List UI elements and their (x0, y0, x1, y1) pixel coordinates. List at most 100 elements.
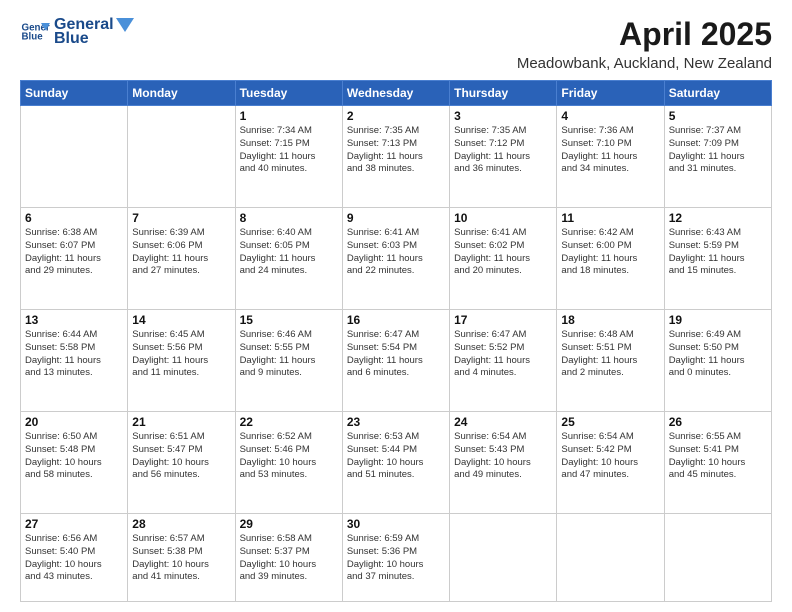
calendar-cell: 1 Sunrise: 7:34 AMSunset: 7:15 PMDaylight… (235, 106, 342, 208)
day-number: 20 (25, 415, 123, 429)
calendar-cell: 16Sunrise: 6:47 AMSunset: 5:54 PMDayligh… (342, 309, 449, 411)
day-info: Sunrise: 7:35 AMSunset: 7:12 PMDaylight:… (454, 125, 552, 176)
day-number: 26 (669, 415, 767, 429)
day-info: Sunrise: 7:36 AMSunset: 7:10 PMDaylight:… (561, 125, 659, 176)
calendar-week-row: 27Sunrise: 6:56 AMSunset: 5:40 PMDayligh… (21, 513, 772, 601)
day-info: Sunrise: 6:53 AMSunset: 5:44 PMDaylight:… (347, 431, 445, 482)
calendar-cell: 25Sunrise: 6:54 AMSunset: 5:42 PMDayligh… (557, 411, 664, 513)
day-info: Sunrise: 6:50 AMSunset: 5:48 PMDaylight:… (25, 431, 123, 482)
day-info: Sunrise: 6:44 AMSunset: 5:58 PMDaylight:… (25, 329, 123, 380)
day-number: 23 (347, 415, 445, 429)
day-info: Sunrise: 6:40 AMSunset: 6:05 PMDaylight:… (240, 227, 338, 278)
logo: General Blue General Blue (20, 16, 134, 48)
day-number: 10 (454, 211, 552, 225)
weekday-header-tuesday: Tuesday (235, 81, 342, 106)
day-number: 1 (240, 109, 338, 123)
calendar-cell: 2 Sunrise: 7:35 AMSunset: 7:13 PMDaylight… (342, 106, 449, 208)
calendar-cell: 11 Sunrise: 6:42 AMSunset: 6:00 PMDayligh… (557, 207, 664, 309)
calendar-week-row: 20 Sunrise: 6:50 AMSunset: 5:48 PMDayligh… (21, 411, 772, 513)
calendar-table: SundayMondayTuesdayWednesdayThursdayFrid… (20, 80, 772, 602)
logo-arrow-icon (116, 18, 134, 32)
day-number: 18 (561, 313, 659, 327)
calendar-week-row: 13 Sunrise: 6:44 AMSunset: 5:58 PMDayligh… (21, 309, 772, 411)
calendar-cell: 30Sunrise: 6:59 AMSunset: 5:36 PMDayligh… (342, 513, 449, 601)
calendar-cell: 22Sunrise: 6:52 AMSunset: 5:46 PMDayligh… (235, 411, 342, 513)
day-info: Sunrise: 6:55 AMSunset: 5:41 PMDaylight:… (669, 431, 767, 482)
day-info: Sunrise: 6:38 AMSunset: 6:07 PMDaylight:… (25, 227, 123, 278)
calendar-cell: 18 Sunrise: 6:48 AMSunset: 5:51 PMDayligh… (557, 309, 664, 411)
calendar-cell (664, 513, 771, 601)
title-block: April 2025 Meadowbank, Auckland, New Zea… (517, 16, 772, 72)
calendar-cell: 28 Sunrise: 6:57 AMSunset: 5:38 PMDayligh… (128, 513, 235, 601)
day-info: Sunrise: 6:48 AMSunset: 5:51 PMDaylight:… (561, 329, 659, 380)
day-number: 2 (347, 109, 445, 123)
day-info: Sunrise: 6:57 AMSunset: 5:38 PMDaylight:… (132, 533, 230, 584)
subtitle: Meadowbank, Auckland, New Zealand (517, 55, 772, 72)
page: General Blue General Blue April 2025 Mea… (0, 0, 792, 612)
day-number: 30 (347, 517, 445, 531)
calendar-cell: 24Sunrise: 6:54 AMSunset: 5:43 PMDayligh… (450, 411, 557, 513)
day-number: 6 (25, 211, 123, 225)
calendar-cell: 23 Sunrise: 6:53 AMSunset: 5:44 PMDayligh… (342, 411, 449, 513)
calendar-cell (21, 106, 128, 208)
day-number: 4 (561, 109, 659, 123)
calendar-cell: 3 Sunrise: 7:35 AMSunset: 7:12 PMDaylight… (450, 106, 557, 208)
day-info: Sunrise: 6:49 AMSunset: 5:50 PMDaylight:… (669, 329, 767, 380)
day-info: Sunrise: 6:43 AMSunset: 5:59 PMDaylight:… (669, 227, 767, 278)
calendar-cell: 12 Sunrise: 6:43 AMSunset: 5:59 PMDayligh… (664, 207, 771, 309)
day-info: Sunrise: 6:45 AMSunset: 5:56 PMDaylight:… (132, 329, 230, 380)
calendar-cell: 26 Sunrise: 6:55 AMSunset: 5:41 PMDayligh… (664, 411, 771, 513)
calendar-cell: 19 Sunrise: 6:49 AMSunset: 5:50 PMDayligh… (664, 309, 771, 411)
day-number: 13 (25, 313, 123, 327)
day-info: Sunrise: 7:34 AMSunset: 7:15 PMDaylight:… (240, 125, 338, 176)
day-info: Sunrise: 6:47 AMSunset: 5:54 PMDaylight:… (347, 329, 445, 380)
day-number: 17 (454, 313, 552, 327)
svg-text:Blue: Blue (22, 32, 44, 43)
day-number: 9 (347, 211, 445, 225)
calendar-cell: 6 Sunrise: 6:38 AMSunset: 6:07 PMDaylight… (21, 207, 128, 309)
weekday-header-wednesday: Wednesday (342, 81, 449, 106)
day-info: Sunrise: 6:46 AMSunset: 5:55 PMDaylight:… (240, 329, 338, 380)
day-info: Sunrise: 6:58 AMSunset: 5:37 PMDaylight:… (240, 533, 338, 584)
weekday-header-thursday: Thursday (450, 81, 557, 106)
day-info: Sunrise: 6:56 AMSunset: 5:40 PMDaylight:… (25, 533, 123, 584)
day-number: 15 (240, 313, 338, 327)
calendar-cell: 13 Sunrise: 6:44 AMSunset: 5:58 PMDayligh… (21, 309, 128, 411)
main-title: April 2025 (517, 16, 772, 53)
day-info: Sunrise: 6:41 AMSunset: 6:02 PMDaylight:… (454, 227, 552, 278)
calendar-cell (450, 513, 557, 601)
calendar-cell: 15 Sunrise: 6:46 AMSunset: 5:55 PMDayligh… (235, 309, 342, 411)
day-number: 28 (132, 517, 230, 531)
weekday-header-sunday: Sunday (21, 81, 128, 106)
day-info: Sunrise: 6:54 AMSunset: 5:43 PMDaylight:… (454, 431, 552, 482)
day-number: 14 (132, 313, 230, 327)
calendar-cell: 7 Sunrise: 6:39 AMSunset: 6:06 PMDaylight… (128, 207, 235, 309)
calendar-cell: 20 Sunrise: 6:50 AMSunset: 5:48 PMDayligh… (21, 411, 128, 513)
day-number: 12 (669, 211, 767, 225)
weekday-header-friday: Friday (557, 81, 664, 106)
day-info: Sunrise: 6:42 AMSunset: 6:00 PMDaylight:… (561, 227, 659, 278)
day-info: Sunrise: 6:47 AMSunset: 5:52 PMDaylight:… (454, 329, 552, 380)
calendar-cell: 14 Sunrise: 6:45 AMSunset: 5:56 PMDayligh… (128, 309, 235, 411)
calendar-cell (557, 513, 664, 601)
calendar-cell: 17 Sunrise: 6:47 AMSunset: 5:52 PMDayligh… (450, 309, 557, 411)
calendar-cell: 10 Sunrise: 6:41 AMSunset: 6:02 PMDayligh… (450, 207, 557, 309)
day-number: 7 (132, 211, 230, 225)
calendar-cell: 8Sunrise: 6:40 AMSunset: 6:05 PMDaylight… (235, 207, 342, 309)
calendar-week-row: 6 Sunrise: 6:38 AMSunset: 6:07 PMDaylight… (21, 207, 772, 309)
day-number: 25 (561, 415, 659, 429)
day-info: Sunrise: 7:37 AMSunset: 7:09 PMDaylight:… (669, 125, 767, 176)
weekday-header-saturday: Saturday (664, 81, 771, 106)
header: General Blue General Blue April 2025 Mea… (20, 16, 772, 72)
day-info: Sunrise: 6:51 AMSunset: 5:47 PMDaylight:… (132, 431, 230, 482)
day-info: Sunrise: 7:35 AMSunset: 7:13 PMDaylight:… (347, 125, 445, 176)
weekday-header-row: SundayMondayTuesdayWednesdayThursdayFrid… (21, 81, 772, 106)
day-number: 11 (561, 211, 659, 225)
weekday-header-monday: Monday (128, 81, 235, 106)
day-info: Sunrise: 6:52 AMSunset: 5:46 PMDaylight:… (240, 431, 338, 482)
day-number: 19 (669, 313, 767, 327)
calendar-cell: 5Sunrise: 7:37 AMSunset: 7:09 PMDaylight… (664, 106, 771, 208)
calendar-cell: 4 Sunrise: 7:36 AMSunset: 7:10 PMDaylight… (557, 106, 664, 208)
day-number: 3 (454, 109, 552, 123)
day-info: Sunrise: 6:39 AMSunset: 6:06 PMDaylight:… (132, 227, 230, 278)
